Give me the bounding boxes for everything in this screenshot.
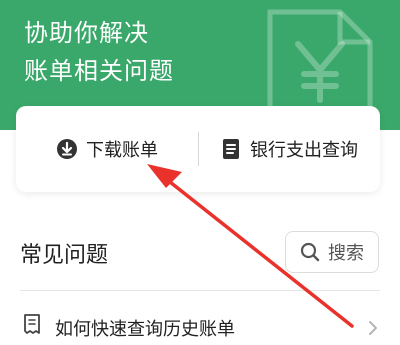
header-title-line2: 账单相关问题 bbox=[24, 57, 174, 85]
download-bill-label: 下载账单 bbox=[86, 140, 158, 161]
faq-item-label: 如何快速查询历史账单 bbox=[55, 319, 235, 340]
faq-divider bbox=[20, 290, 380, 291]
download-bill-button[interactable]: 下载账单 bbox=[16, 106, 198, 192]
actions-card: 下载账单 银行支出查询 bbox=[16, 106, 380, 192]
bank-expense-query-label: 银行支出查询 bbox=[250, 140, 358, 161]
chevron-right-icon bbox=[369, 321, 377, 335]
document-icon bbox=[223, 139, 239, 159]
faq-search-button[interactable]: 搜索 bbox=[285, 231, 379, 273]
header-title-line1: 协助你解决 bbox=[24, 19, 149, 47]
download-circle-icon bbox=[57, 139, 77, 159]
bank-expense-query-button[interactable]: 银行支出查询 bbox=[198, 106, 380, 192]
receipt-icon bbox=[24, 314, 40, 334]
faq-section-title: 常见问题 bbox=[20, 243, 109, 268]
bill-help-page: 协助你解决 账单相关问题 下载账单 银行支出查询 常见问题 搜索 如何快速查询历… bbox=[0, 0, 400, 345]
search-icon bbox=[300, 242, 320, 262]
faq-list-item[interactable]: 如何快速查询历史账单 bbox=[0, 292, 400, 345]
faq-search-label: 搜索 bbox=[328, 243, 364, 264]
